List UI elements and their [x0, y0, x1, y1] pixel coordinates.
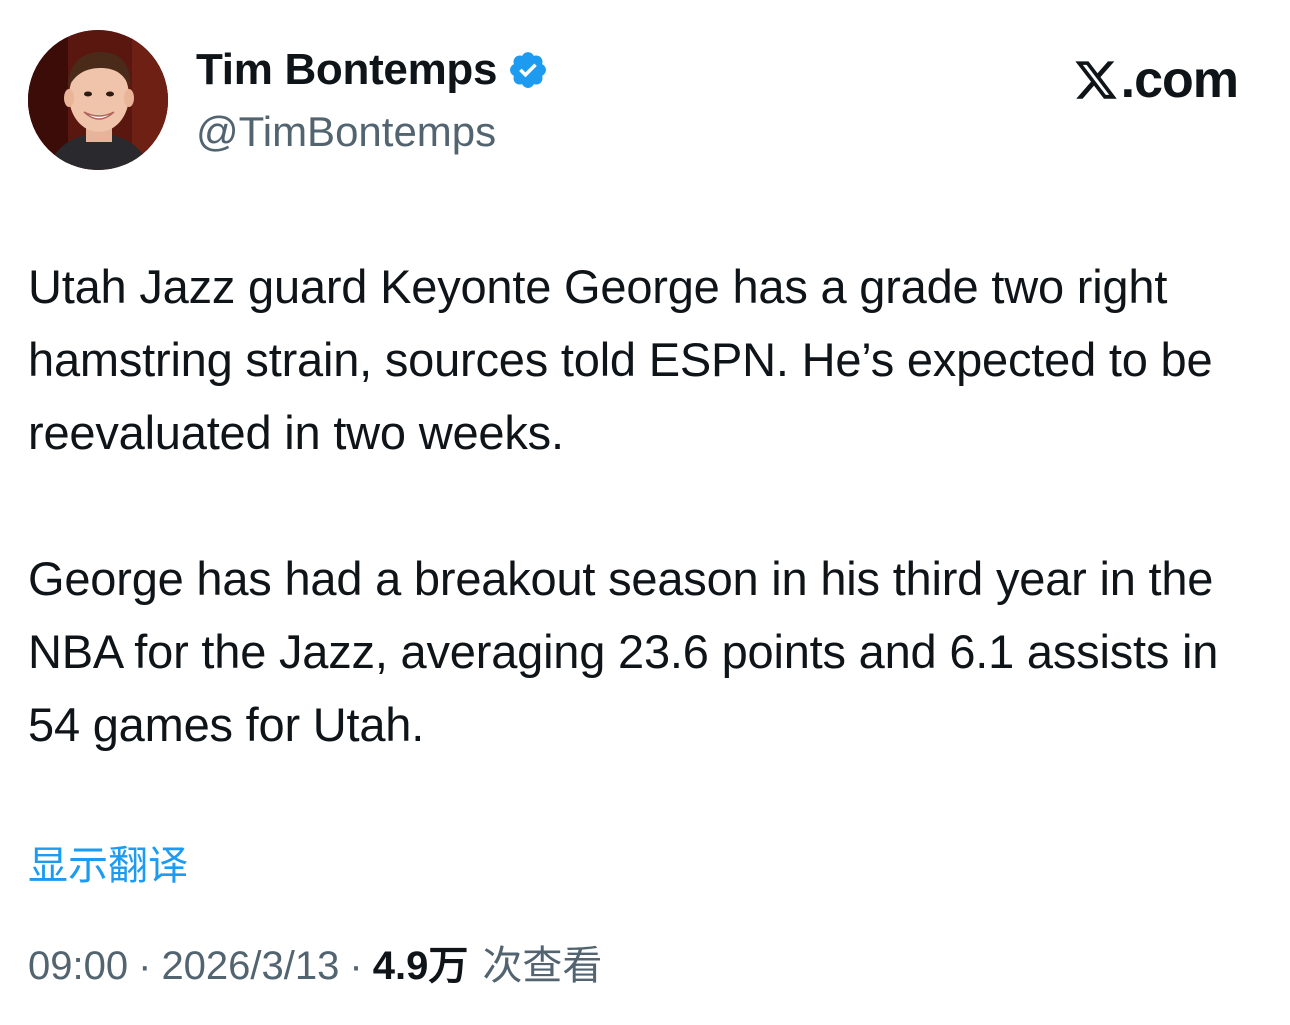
views-count[interactable]: 4.9万	[373, 938, 469, 994]
verified-badge-icon	[507, 49, 549, 91]
x-com-brand: .com	[1073, 50, 1239, 110]
brand-domain-text: .com	[1120, 51, 1239, 109]
tweet-card: Tim Bontemps @TimBontemps .com Utah Jazz…	[0, 0, 1290, 1025]
avatar-image	[28, 30, 168, 170]
tweet-metadata: 09:00 · 2026/3/13 · 4.9万 次查看	[28, 938, 602, 994]
author-avatar[interactable]	[28, 30, 168, 170]
views-label: 次查看	[482, 943, 603, 989]
show-translation-link[interactable]: 显示翻译	[28, 838, 188, 894]
tweet-date[interactable]: 2026/3/13	[161, 938, 339, 994]
tweet-paragraph: Utah Jazz guard Keyonte George has a gra…	[28, 260, 1213, 459]
meta-separator: ·	[349, 944, 363, 988]
tweet-paragraph: George has had a breakout season in his …	[28, 552, 1219, 751]
tweet-text: Utah Jazz guard Keyonte George has a gra…	[28, 250, 1268, 761]
x-logo-icon	[1073, 57, 1119, 103]
tweet-time[interactable]: 09:00	[28, 938, 128, 994]
author-handle[interactable]: @TimBontemps	[196, 106, 496, 158]
author-display-name[interactable]: Tim Bontemps	[196, 42, 497, 98]
author-name-row[interactable]: Tim Bontemps	[196, 42, 549, 98]
meta-separator: ·	[138, 944, 152, 988]
